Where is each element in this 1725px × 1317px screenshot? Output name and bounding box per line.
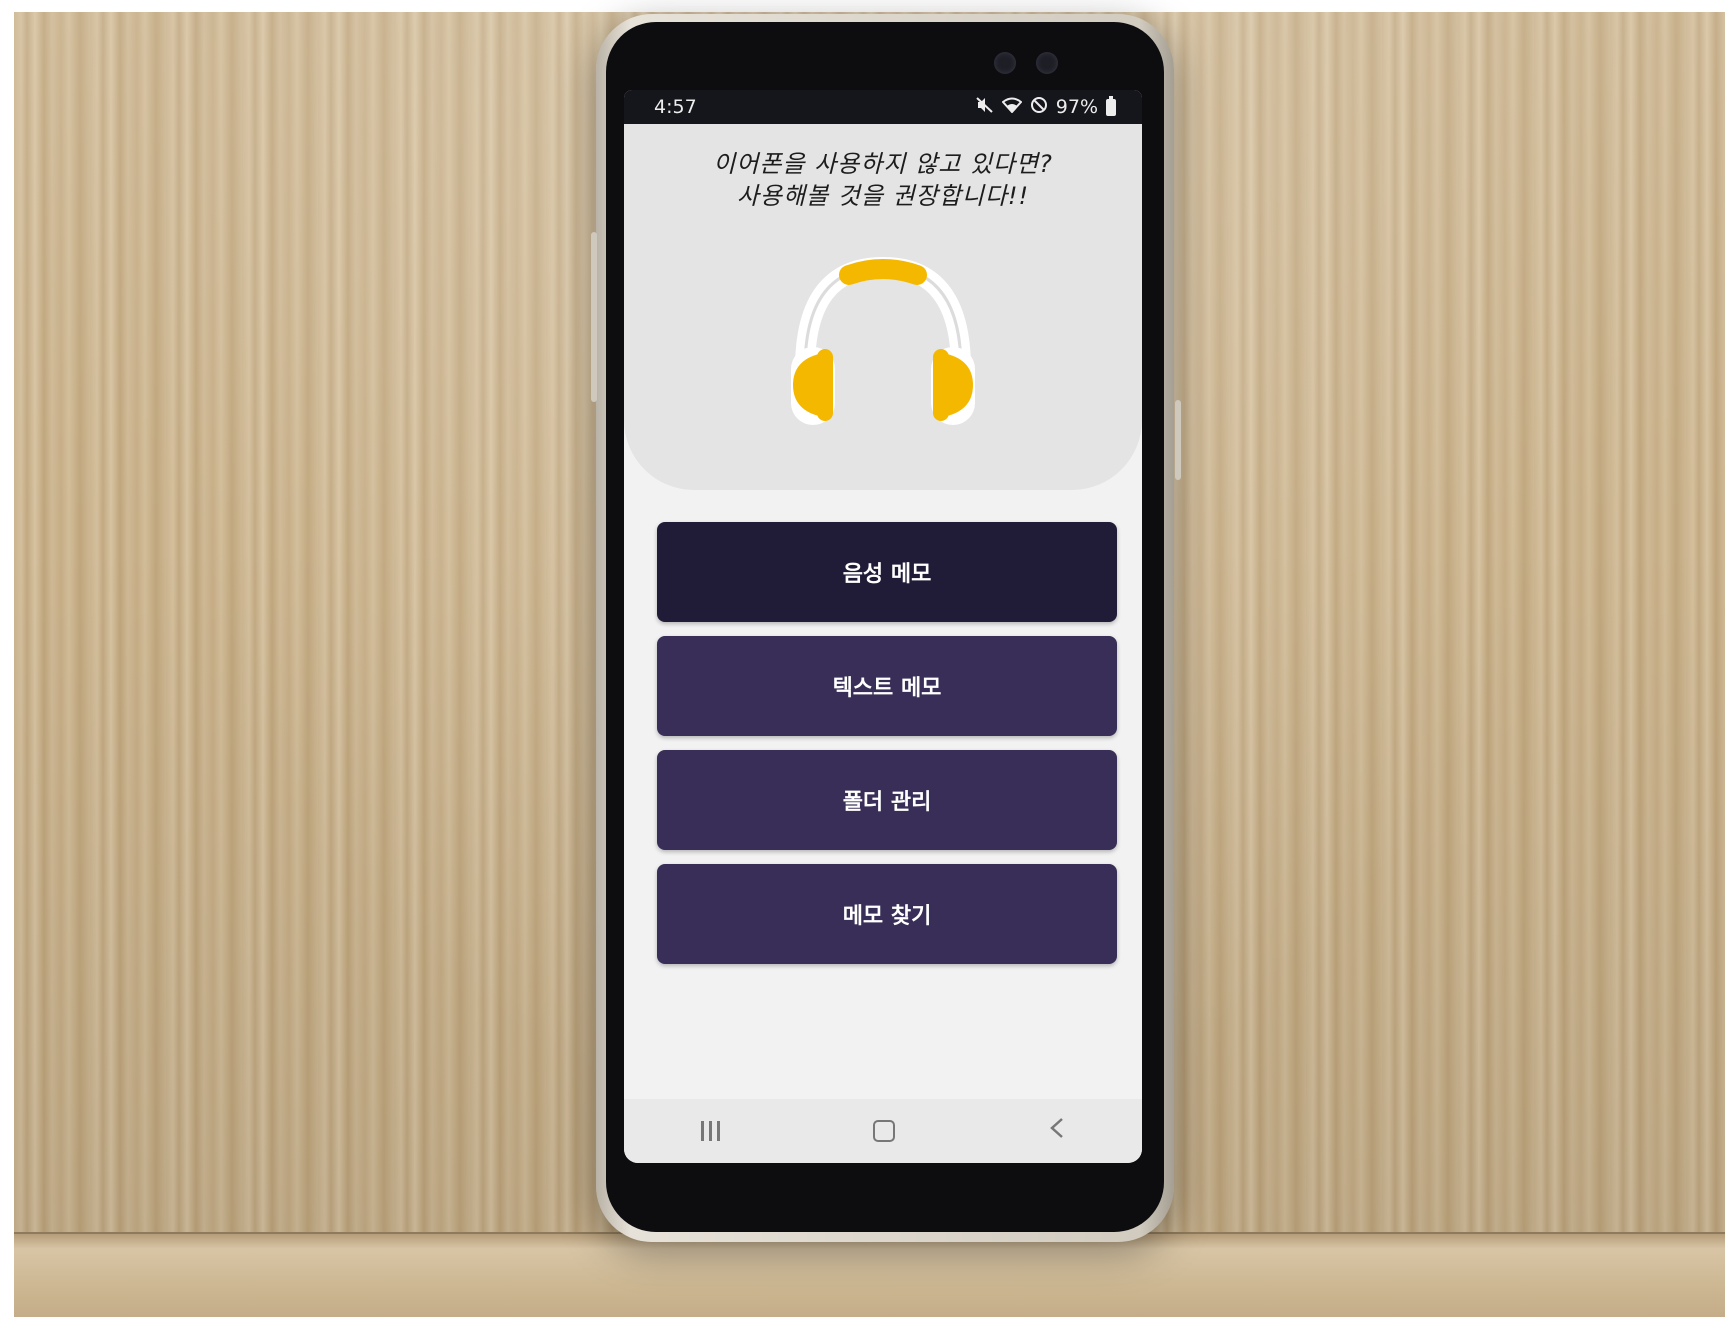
sensor-icon — [1036, 52, 1058, 74]
hero-line-2: 사용해볼 것을 권장합니다!! — [736, 182, 1030, 210]
folder-manage-button[interactable]: 폴더 관리 — [657, 750, 1117, 850]
front-camera-icon — [994, 52, 1016, 74]
status-icons: 97% — [976, 95, 1116, 118]
status-time: 4:57 — [654, 96, 697, 118]
text-memo-button[interactable]: 텍스트 메모 — [657, 636, 1117, 736]
headphones-icon — [791, 256, 975, 425]
recent-apps-icon[interactable] — [700, 1121, 720, 1141]
back-icon[interactable] — [1049, 1116, 1065, 1146]
navigation-bar — [624, 1099, 1142, 1163]
volume-button — [591, 232, 597, 402]
phone-screen: 4:57 97% 이어폰을 사용하지 않고 있다면? 사용해볼 것을 권장합니다… — [624, 90, 1142, 1163]
hero-banner: 이어폰을 사용하지 않고 있다면? 사용해볼 것을 권장합니다!! — [624, 124, 1142, 490]
search-memo-button[interactable]: 메모 찾기 — [657, 864, 1117, 964]
power-button — [1175, 400, 1181, 480]
hero-message: 이어폰을 사용하지 않고 있다면? 사용해볼 것을 권장합니다!! — [624, 148, 1142, 212]
voice-memo-button[interactable]: 음성 메모 — [657, 522, 1117, 622]
battery-percent: 97% — [1055, 96, 1098, 118]
main-menu: 음성 메모 텍스트 메모 폴더 관리 메모 찾기 — [657, 522, 1117, 978]
home-icon[interactable] — [873, 1120, 896, 1142]
battery-icon — [1106, 95, 1116, 116]
hero-line-1: 이어폰을 사용하지 않고 있다면? — [713, 150, 1053, 178]
wood-shelf — [14, 1232, 1725, 1317]
blocked-icon — [1030, 96, 1048, 118]
status-bar: 4:57 97% — [624, 90, 1142, 124]
wifi-icon — [1001, 97, 1023, 117]
mute-icon — [976, 97, 994, 117]
